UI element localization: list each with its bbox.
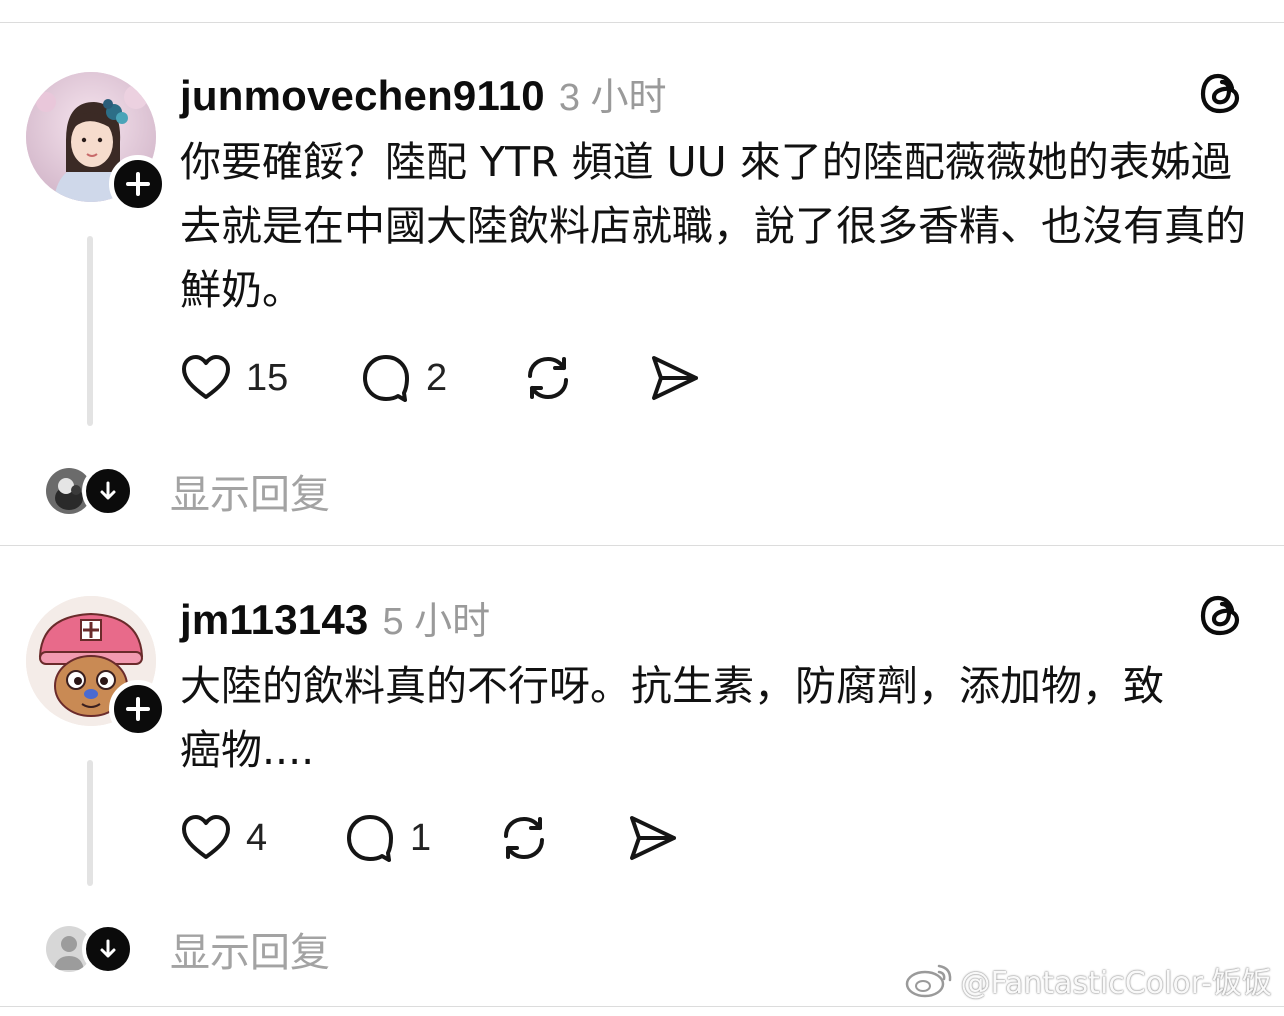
plus-icon [126,697,150,721]
like-button[interactable]: 15 [178,350,288,406]
watermark: @FantasticColor-饭饭 [903,958,1273,1002]
weibo-logo-icon [905,964,951,998]
username[interactable]: junmovechen9110 [180,72,545,120]
threads-logo-icon[interactable] [1196,68,1246,118]
like-count: 4 [246,816,268,859]
expand-replies-button[interactable] [82,923,134,975]
thread-line [87,760,93,886]
threads-logo-icon[interactable] [1196,590,1246,640]
top-divider [0,22,1284,23]
timestamp: 3 小时 [558,77,667,119]
heart-icon [182,355,230,399]
follow-button[interactable] [109,680,167,738]
post-header: junmovechen9110 3 小时 [180,66,667,121]
comment-bubble-icon [363,355,409,402]
like-count: 15 [246,356,289,399]
repost-button[interactable] [520,350,576,406]
bottom-divider [0,1006,1284,1007]
post-text: 你要確餒？陸配 YTR 頻道 UU 來了的陸配薇薇她的表姊過去就是在中國大陸飲料… [180,138,1246,314]
show-replies-row[interactable]: 显示回复 [46,920,330,978]
watermark-text: @FantasticColor-饭饭 [960,966,1273,1001]
follow-button[interactable] [109,155,167,213]
send-icon [652,356,698,400]
post-divider [0,545,1284,546]
comment-bubble-icon [347,815,393,862]
comment-count: 1 [410,816,432,859]
comment-button[interactable]: 1 [342,810,431,866]
comment-count: 2 [426,356,448,399]
like-button[interactable]: 4 [178,810,267,866]
repost-icon [528,357,568,399]
show-replies-label[interactable]: 显示回复 [170,462,330,520]
show-replies-row[interactable]: 显示回复 [46,462,330,520]
post-text: 大陸的飲料真的不行呀。抗生素，防腐劑，添加物，致癌物.... [180,662,1164,774]
share-button[interactable] [624,810,680,866]
heart-icon [182,815,230,859]
arrow-down-icon [100,939,116,958]
comment-button[interactable]: 2 [358,350,447,406]
show-replies-label[interactable]: 显示回复 [170,920,330,978]
expand-replies-button[interactable] [82,465,134,517]
send-icon [630,816,676,860]
post-header: jm113143 5 小时 [180,590,490,645]
arrow-down-icon [100,481,116,500]
username[interactable]: jm113143 [180,596,368,644]
plus-icon [126,172,150,196]
thread-line [87,236,93,426]
share-button[interactable] [646,350,702,406]
repost-icon [504,817,544,859]
timestamp: 5 小时 [382,601,491,643]
repost-button[interactable] [496,810,552,866]
